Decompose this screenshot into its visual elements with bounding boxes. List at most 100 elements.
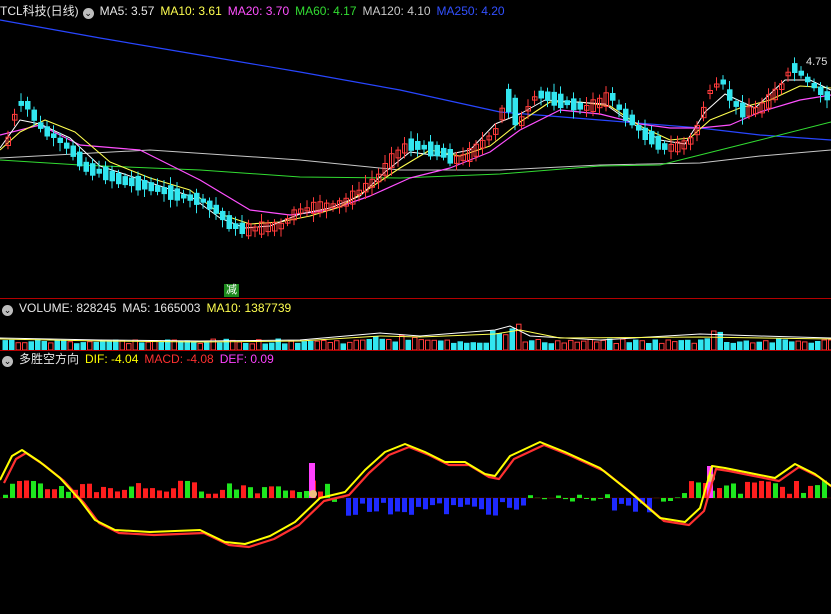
volume-ma10: MA10: 1387739: [206, 301, 292, 315]
collapse-toggle-icon[interactable]: ⌄: [82, 8, 94, 19]
candle-body: [213, 204, 219, 214]
macd-bar: [794, 481, 799, 499]
macd-bar: [465, 498, 470, 505]
volume-bar: [470, 342, 476, 351]
candle-body: [116, 173, 122, 185]
macd-bar: [423, 498, 428, 510]
volume-value: VOLUME: 828245: [19, 301, 117, 315]
macd-bar: [766, 481, 771, 498]
volume-bar: [28, 341, 34, 351]
collapse-toggle-icon[interactable]: ⌄: [2, 305, 13, 316]
price-title: TCL科技(日线): [0, 4, 79, 18]
macd-bar: [164, 491, 169, 498]
volume-ma5: MA5: 1665003: [122, 301, 201, 315]
macd-bar: [45, 489, 50, 498]
macd-bar: [493, 498, 498, 516]
macd-bar: [773, 483, 778, 498]
candle-body: [135, 175, 141, 191]
macd-bar: [374, 498, 379, 512]
macd-bar: [724, 485, 729, 498]
macd-header: ⌄ 多胜空方向 DIF: -4.04 MACD: -4.08 DEF: 0.09: [0, 351, 280, 367]
macd-bar: [451, 498, 456, 506]
macd-bar: [675, 497, 680, 499]
macd-bar: [619, 498, 624, 504]
macd-bar: [668, 498, 673, 501]
macd-bar: [542, 498, 547, 500]
macd-bar: [430, 498, 435, 506]
candle-body: [655, 135, 661, 150]
candle-body: [545, 91, 551, 101]
macd-bar: [367, 498, 372, 512]
legend-def: DEF: 0.09: [219, 352, 274, 366]
volume-bar: [782, 339, 788, 351]
volume-bar: [743, 340, 749, 351]
candle-body: [109, 170, 115, 182]
volume-bar: [2, 340, 8, 351]
macd-bar: [612, 498, 617, 511]
volume-bar: [457, 341, 463, 351]
candle-body: [77, 151, 83, 167]
candle-body: [408, 138, 414, 151]
candle-body: [129, 177, 135, 187]
macd-bar: [241, 485, 246, 499]
price-header: TCL科技(日线) ⌄ MA5: 3.57 MA10: 3.61 MA20: 3.70 M…: [0, 3, 511, 19]
collapse-toggle-icon[interactable]: ⌄: [2, 356, 13, 367]
macd-bar: [136, 483, 141, 498]
macd-bar: [808, 485, 813, 499]
candle-body: [792, 63, 798, 73]
macd-bar: [780, 486, 785, 498]
macd-bar: [605, 494, 610, 499]
candle-body: [818, 86, 824, 95]
volume-bar: [815, 341, 821, 351]
candle-body: [720, 79, 726, 85]
macd-bar: [17, 480, 22, 498]
macd-bar: [598, 498, 603, 499]
signal-dot: [309, 490, 317, 498]
macd-bar: [66, 491, 71, 499]
candle-body: [51, 133, 57, 138]
macd-bar: [24, 480, 29, 498]
macd-bar: [738, 493, 743, 499]
macd-bar: [577, 494, 582, 499]
volume-bar: [730, 342, 736, 351]
candle-body: [727, 89, 733, 101]
candle-body: [798, 70, 804, 76]
volume-bar: [54, 340, 60, 351]
volume-bar: [80, 342, 86, 351]
macd-bar: [171, 488, 176, 498]
volume-bar: [789, 341, 795, 351]
candle-body: [103, 166, 109, 181]
candle-body: [623, 108, 629, 121]
macd-bar: [584, 498, 589, 499]
macd-bar: [556, 495, 561, 498]
macd-bar: [409, 498, 414, 515]
volume-bar: [9, 339, 15, 351]
macd-bar: [563, 498, 568, 500]
macd-bar: [262, 487, 267, 498]
macd-bar: [206, 493, 211, 498]
macd-bar: [626, 498, 631, 506]
volume-bar: [451, 342, 457, 351]
macd-bar: [234, 489, 239, 499]
macd-bar: [150, 488, 155, 498]
candle-body: [740, 102, 746, 118]
volume-bar: [509, 328, 515, 351]
candle-body: [616, 104, 622, 110]
candle-body: [662, 143, 668, 150]
macd-bar: [115, 491, 120, 499]
macd-bar: [346, 498, 351, 516]
volume-bar: [464, 342, 470, 351]
candle-body: [18, 101, 24, 106]
candle-body: [610, 93, 616, 101]
volume-bar: [269, 342, 275, 351]
candle-body: [441, 147, 447, 158]
macd-bar: [38, 483, 43, 499]
volume-bar: [41, 341, 47, 351]
candle-body: [629, 114, 635, 126]
macd-bar: [10, 483, 15, 498]
macd-bar: [745, 481, 750, 499]
candle-body: [174, 188, 180, 201]
volume-bar: [529, 340, 535, 351]
macd-bar: [297, 492, 302, 499]
volume-bar: [626, 342, 632, 351]
